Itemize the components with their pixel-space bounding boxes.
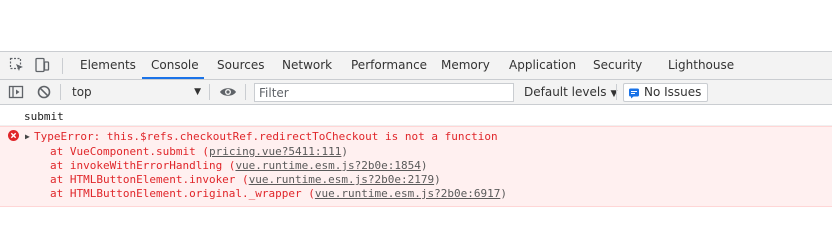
context-value: top <box>72 85 92 99</box>
stack-frame-close: ) <box>341 145 349 158</box>
log-levels-label: Default levels <box>524 85 607 99</box>
issues-label: No Issues <box>644 85 702 99</box>
stack-frame-source-link[interactable]: pricing.vue?5411:111 <box>209 145 341 158</box>
filter-input[interactable] <box>254 83 514 102</box>
stack-frame-text: at HTMLButtonElement.original._wrapper ( <box>50 187 315 200</box>
error-circle-icon <box>8 130 19 141</box>
console-toolbar: top ▼ Default levels▼ No Issues <box>0 80 832 105</box>
console-log-message: submit <box>0 106 832 126</box>
stack-frame-source-link[interactable]: vue.runtime.esm.js?2b0e:6917 <box>315 187 500 200</box>
log-text: submit <box>24 110 64 123</box>
error-message-text[interactable]: TypeError: this.$refs.checkoutRef.redire… <box>34 130 498 143</box>
tab-memory[interactable]: Memory <box>441 52 490 79</box>
tab-console[interactable]: Console <box>151 52 199 79</box>
stack-frame-close: ) <box>420 159 428 172</box>
toolbar-divider <box>60 84 61 100</box>
toolbar-divider <box>62 58 63 74</box>
tab-lighthouse[interactable]: Lighthouse <box>668 52 734 79</box>
eye-icon[interactable] <box>219 84 236 100</box>
chevron-down-icon: ▼ <box>194 87 201 97</box>
stack-frame-close: ) <box>500 187 507 200</box>
stack-frame: at HTMLButtonElement.original._wrapper (… <box>50 187 507 200</box>
stack-frame: at VueComponent.submit (pricing.vue?5411… <box>50 145 348 158</box>
sidebar-toggle-icon[interactable] <box>8 84 24 100</box>
tab-elements[interactable]: Elements <box>80 52 136 79</box>
inspect-element-icon[interactable] <box>9 57 25 73</box>
issue-flag-icon <box>628 87 640 99</box>
clear-console-icon[interactable] <box>36 84 52 100</box>
stack-frame: at HTMLButtonElement.invoker (vue.runtim… <box>50 173 441 186</box>
stack-frame-source-link[interactable]: vue.runtime.esm.js?2b0e:2179 <box>249 173 434 186</box>
issues-button[interactable]: No Issues <box>623 83 709 102</box>
stack-frame-text: at invokeWithErrorHandling ( <box>50 159 236 172</box>
toolbar-divider <box>209 84 210 100</box>
page-blank-area <box>0 0 832 51</box>
log-levels-dropdown[interactable]: Default levels ▼ <box>524 80 617 104</box>
toolbar-divider <box>245 84 246 100</box>
tab-sources[interactable]: Sources <box>217 52 264 79</box>
tab-performance[interactable]: Performance <box>351 52 427 79</box>
stack-frame: at invokeWithErrorHandling (vue.runtime.… <box>50 159 428 172</box>
tab-application[interactable]: Application <box>509 52 576 79</box>
expand-triangle-icon[interactable]: ▶ <box>25 132 30 141</box>
toolbar-divider <box>616 84 617 100</box>
stack-frame-text: at HTMLButtonElement.invoker ( <box>50 173 249 186</box>
active-tab-indicator <box>142 77 204 79</box>
tab-security[interactable]: Security <box>593 52 642 79</box>
stack-frame-source-link[interactable]: vue.runtime.esm.js?2b0e:1854 <box>235 159 420 172</box>
tab-network[interactable]: Network <box>282 52 332 79</box>
devtools-tab-bar: Elements Console Sources Network Perform… <box>0 51 832 80</box>
stack-frame-close: ) <box>434 173 441 186</box>
device-toolbar-icon[interactable] <box>34 57 50 73</box>
context-selector[interactable]: top ▼ <box>66 80 207 104</box>
stack-frame-text: at VueComponent.submit ( <box>50 145 209 158</box>
console-error-message: ▶ TypeError: this.$refs.checkoutRef.redi… <box>0 126 832 207</box>
